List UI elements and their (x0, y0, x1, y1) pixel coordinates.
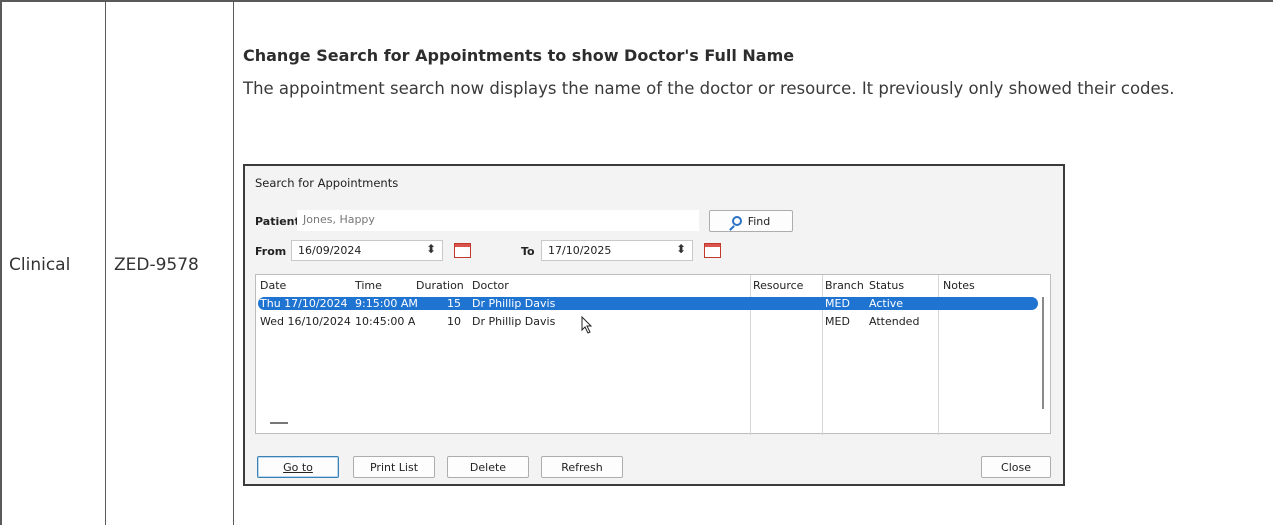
row-2-duration[interactable]: 10 (447, 315, 461, 328)
column-divider-2 (233, 0, 234, 525)
from-calendar-icon[interactable] (454, 243, 471, 258)
find-label: Find (747, 214, 771, 228)
close-button[interactable]: Close (981, 456, 1051, 478)
column-header-branch[interactable]: Branch (825, 279, 864, 292)
goto-label: Go to (283, 460, 313, 474)
to-calendar-icon[interactable] (704, 243, 721, 258)
row-1-status: Active (869, 297, 904, 310)
to-label: To (521, 245, 535, 258)
from-spinner-icon[interactable]: ⬍ (426, 242, 436, 256)
row-2-time[interactable]: 10:45:00 AM (355, 315, 415, 328)
table-left-border (0, 0, 2, 525)
find-button[interactable]: Find (709, 210, 793, 232)
from-date-value: 16/09/2024 (298, 244, 362, 257)
row-1-doctor: Dr Phillip Davis (472, 297, 556, 310)
appointments-grid[interactable]: Date Time Duration Doctor Resource Branc… (255, 274, 1051, 435)
from-label: From (255, 245, 287, 258)
column-header-notes[interactable]: Notes (943, 279, 975, 292)
category-cell: Clinical (9, 255, 71, 275)
row-2-status[interactable]: Attended (869, 315, 919, 328)
mouse-cursor-icon (581, 316, 593, 334)
row-1-date: Thu 17/10/2024 (260, 297, 348, 310)
column-header-doctor[interactable]: Doctor (472, 279, 509, 292)
patient-field[interactable]: Jones, Happy (297, 210, 699, 231)
ticket-cell: ZED-9578 (114, 255, 199, 275)
column-header-resource[interactable]: Resource (753, 279, 803, 292)
to-spinner-icon[interactable]: ⬍ (676, 242, 686, 256)
to-date-field[interactable]: 17/10/2025 (541, 240, 693, 261)
from-date-field[interactable]: 16/09/2024 (291, 240, 443, 261)
change-headline: Change Search for Appointments to show D… (243, 46, 795, 65)
row-1-duration: 15 (447, 297, 461, 310)
row-2-doctor[interactable]: Dr Phillip Davis (472, 315, 555, 328)
delete-button[interactable]: Delete (447, 456, 529, 478)
change-description: The appointment search now displays the … (243, 79, 1175, 98)
table-top-border (0, 0, 1273, 2)
row-2-date[interactable]: Wed 16/10/2024 (260, 315, 351, 328)
goto-button[interactable]: Go to (257, 456, 339, 478)
close-label: Close (1001, 460, 1031, 474)
refresh-label: Refresh (561, 460, 603, 474)
print-list-label: Print List (369, 460, 419, 474)
column-divider-1 (105, 0, 106, 525)
column-header-time[interactable]: Time (355, 279, 382, 292)
column-header-date[interactable]: Date (260, 279, 286, 292)
vertical-scrollbar[interactable] (1042, 297, 1044, 409)
row-2-branch[interactable]: MED (825, 315, 850, 328)
row-1-time: 9:15:00 AM (355, 297, 418, 310)
horizontal-scrollbar[interactable] (270, 422, 288, 424)
search-icon (731, 216, 742, 226)
delete-label: Delete (469, 460, 507, 474)
row-1-branch: MED (825, 297, 850, 310)
dialog-title: Search for Appointments (255, 176, 399, 190)
column-header-duration[interactable]: Duration (416, 279, 464, 292)
print-list-button[interactable]: Print List (353, 456, 435, 478)
patient-label: Patient (255, 215, 300, 228)
refresh-button[interactable]: Refresh (541, 456, 623, 478)
search-appointments-dialog: Search for Appointments Patient Jones, H… (243, 164, 1065, 486)
to-date-value: 17/10/2025 (548, 244, 612, 257)
column-header-status[interactable]: Status (869, 279, 904, 292)
patient-value: Jones, Happy (303, 213, 375, 226)
